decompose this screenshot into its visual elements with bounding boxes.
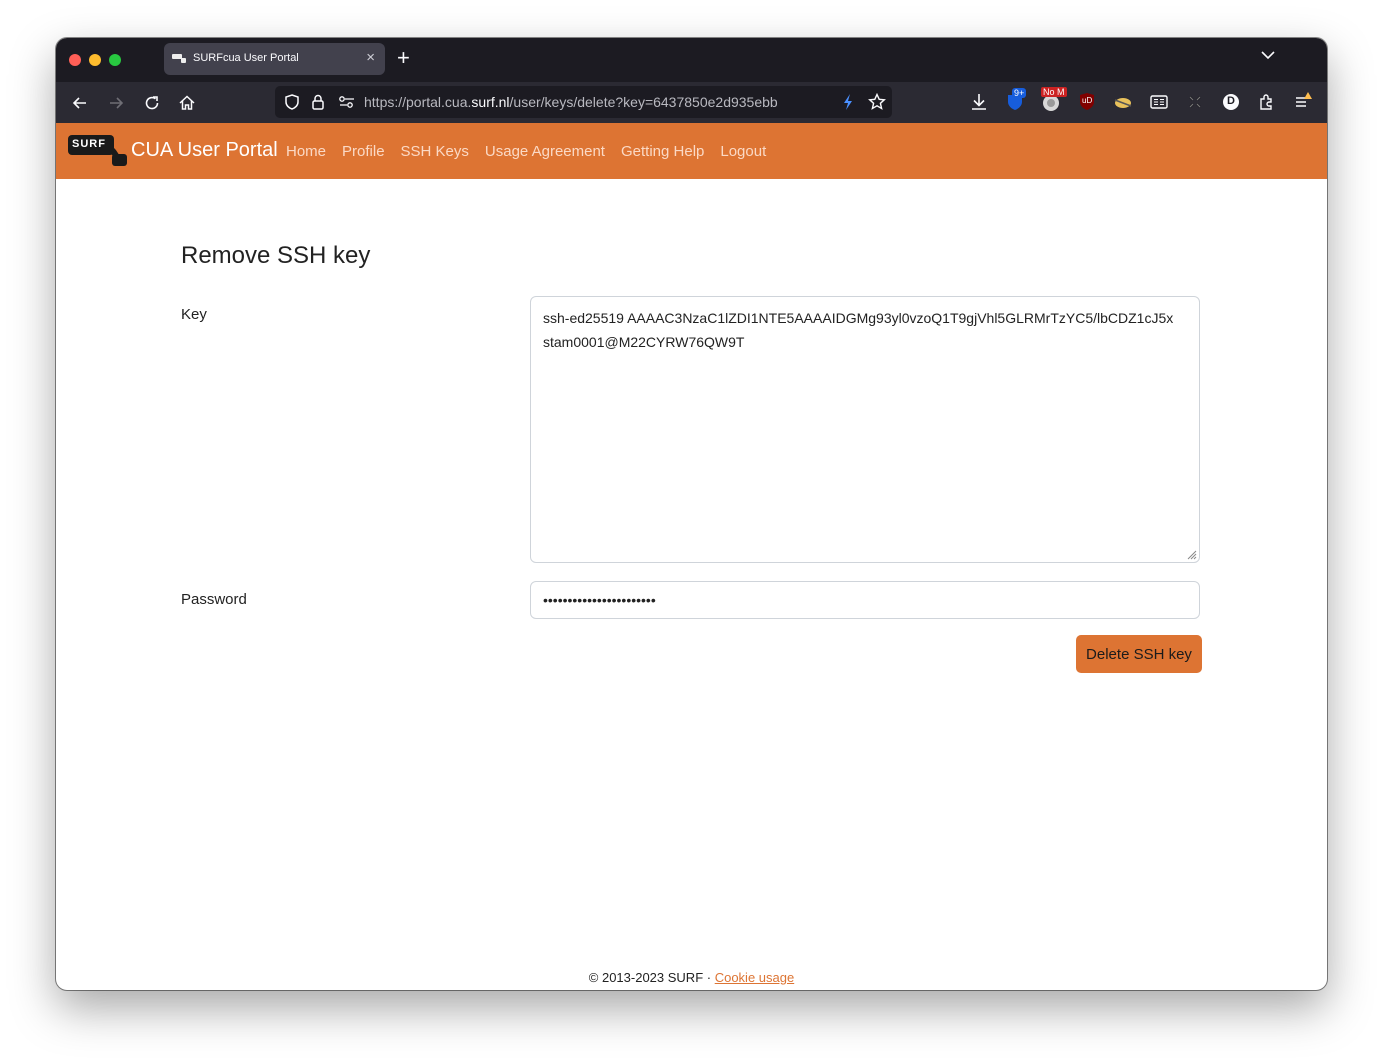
extension-badge: 9+ [1012,88,1027,98]
extension-grid-icon[interactable] [1184,91,1206,113]
back-arrow-icon[interactable] [70,93,90,113]
nav-usage-agreement[interactable]: Usage Agreement [485,143,605,160]
nav-logout[interactable]: Logout [720,143,766,160]
ublock-label: uD [1082,96,1093,105]
forward-arrow-icon[interactable] [106,93,126,113]
app-menu-icon[interactable] [1292,91,1314,113]
tab-list-chevron-icon[interactable] [1261,51,1275,60]
lightning-icon[interactable] [842,93,854,111]
tab-strip: SURFcua User Portal × + [56,38,1327,82]
nav-ssh-keys[interactable]: SSH Keys [401,143,469,160]
site-header: SURF CUA User Portal Home Profile SSH Ke… [56,123,1327,179]
surf-logo[interactable]: SURF [68,135,128,172]
browser-tab[interactable]: SURFcua User Portal × [164,43,385,75]
lock-icon[interactable] [310,93,326,111]
extension-bird-icon[interactable] [1112,91,1134,113]
ssh-key-textarea[interactable]: ssh-ed25519 AAAAC3NzaC1lZDI1NTE5AAAAIDGM… [530,296,1200,563]
cookie-usage-link[interactable]: Cookie usage [715,970,795,985]
password-label: Password [181,591,247,608]
bitwarden-shield-icon[interactable]: 9+ [1004,88,1027,113]
extensions-puzzle-icon[interactable] [1256,91,1278,113]
reader-view-icon[interactable] [1148,91,1170,113]
profile-avatar[interactable]: D [1220,91,1242,113]
close-tab-icon[interactable]: × [366,49,375,66]
reload-icon[interactable] [142,93,162,113]
nav-profile[interactable]: Profile [342,143,385,160]
extension-icon[interactable]: No M [1040,87,1067,113]
logo-text: SURF [72,138,106,150]
surf-favicon-icon [172,54,186,63]
home-icon[interactable] [177,93,197,113]
url-text[interactable]: https://portal.cua.surf.nl/user/keys/del… [364,94,778,110]
permissions-icon[interactable] [338,95,356,109]
nav-home[interactable]: Home [286,143,326,160]
url-bar[interactable]: https://portal.cua.surf.nl/user/keys/del… [275,86,892,118]
nav-getting-help[interactable]: Getting Help [621,143,704,160]
delete-ssh-key-button[interactable]: Delete SSH key [1076,635,1202,673]
minimize-window-button[interactable] [89,54,101,66]
zoom-window-button[interactable] [109,54,121,66]
main-nav: Home Profile SSH Keys Usage Agreement Ge… [286,143,766,160]
close-window-button[interactable] [69,54,81,66]
navigation-toolbar: https://portal.cua.surf.nl/user/keys/del… [56,82,1327,123]
downloads-icon[interactable] [968,91,990,113]
page-title: Remove SSH key [181,242,371,269]
footer-copyright: © 2013-2023 SURF · [588,970,715,985]
ublock-icon[interactable]: uD [1076,91,1098,113]
new-tab-button[interactable]: + [397,47,410,69]
tab-title: SURFcua User Portal [193,52,299,64]
bookmark-star-icon[interactable] [868,93,886,111]
browser-window: SURFcua User Portal × + https://portal.c… [56,38,1327,990]
password-input[interactable] [530,581,1200,619]
brand-title[interactable]: CUA User Portal [131,139,278,162]
key-label: Key [181,306,207,323]
tracking-shield-icon[interactable] [283,93,301,111]
extension-badge-no: No M [1041,87,1067,97]
resize-handle-icon[interactable] [1187,550,1197,560]
profile-initial: D [1227,95,1235,107]
footer: © 2013-2023 SURF · Cookie usage [56,970,1327,985]
